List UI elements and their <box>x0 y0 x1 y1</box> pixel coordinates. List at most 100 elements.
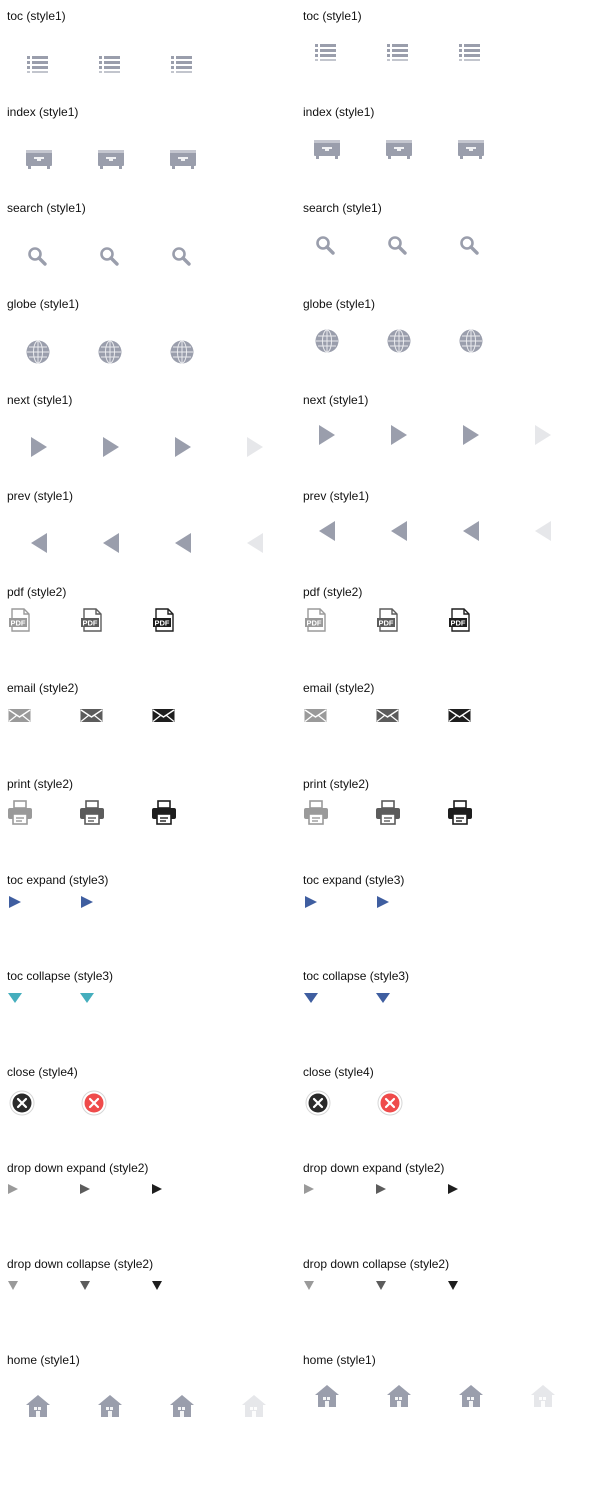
print-icon[interactable] <box>79 800 105 826</box>
prev-icon[interactable] <box>317 520 337 542</box>
search-icon[interactable] <box>387 235 409 257</box>
prev-icon[interactable] <box>173 532 193 554</box>
print-icon[interactable] <box>375 800 401 826</box>
section-search: search (style1) <box>7 192 292 288</box>
search-icon[interactable] <box>27 246 49 268</box>
globe-icon[interactable] <box>314 328 340 354</box>
toc-icon[interactable] <box>171 54 193 74</box>
close-icon[interactable] <box>377 1090 403 1116</box>
search-icon[interactable] <box>459 235 481 257</box>
dropdown-expand-icon[interactable] <box>79 1183 91 1195</box>
home-icon[interactable] <box>458 1384 484 1408</box>
section-dropdown-expand: drop down expand (style2) <box>303 1152 588 1248</box>
print-icon[interactable] <box>151 800 177 826</box>
section-prev: prev (style1) <box>303 480 588 576</box>
pdf-icon[interactable]: PDF <box>8 608 32 632</box>
toc-expand-icon[interactable] <box>376 895 390 909</box>
pdf-icon[interactable]: PDF <box>304 608 328 632</box>
index-icon[interactable] <box>25 148 53 170</box>
index-icon[interactable] <box>313 138 341 160</box>
index-icon[interactable] <box>97 148 125 170</box>
svg-text:PDF: PDF <box>83 619 98 628</box>
toc-collapse-icon[interactable] <box>7 991 23 1005</box>
search-icon[interactable] <box>99 246 121 268</box>
search-icon[interactable] <box>315 235 337 257</box>
pdf-icon[interactable]: PDF <box>376 608 400 632</box>
prev-icon[interactable] <box>533 520 553 542</box>
next-icon[interactable] <box>461 424 481 446</box>
search-icon[interactable] <box>171 246 193 268</box>
pdf-icon[interactable]: PDF <box>152 608 176 632</box>
toc-icon[interactable] <box>27 54 49 74</box>
print-icon[interactable] <box>447 800 473 826</box>
index-icon[interactable] <box>457 138 485 160</box>
dropdown-collapse-icon[interactable] <box>375 1279 387 1291</box>
prev-icon[interactable] <box>29 532 49 554</box>
home-icon[interactable] <box>314 1384 340 1408</box>
globe-icon[interactable] <box>25 339 51 365</box>
print-icon[interactable] <box>7 800 33 826</box>
dropdown-collapse-icon[interactable] <box>79 1279 91 1291</box>
index-icon[interactable] <box>385 138 413 160</box>
home-icon[interactable] <box>25 1394 51 1418</box>
home-icon[interactable] <box>169 1394 195 1418</box>
dropdown-expand-icon[interactable] <box>7 1183 19 1195</box>
section-label: pdf (style2) <box>303 585 363 599</box>
next-icon[interactable] <box>533 424 553 446</box>
prev-icon[interactable] <box>101 532 121 554</box>
toc-icon[interactable] <box>459 42 481 62</box>
toc-collapse-icon[interactable] <box>303 991 319 1005</box>
home-icon[interactable] <box>386 1384 412 1408</box>
home-icon[interactable] <box>241 1394 267 1418</box>
close-icon[interactable] <box>9 1090 35 1116</box>
toc-collapse-icon[interactable] <box>375 991 391 1005</box>
toc-icon[interactable] <box>99 54 121 74</box>
print-icon[interactable] <box>303 800 329 826</box>
next-icon[interactable] <box>173 436 193 458</box>
section-pdf: pdf (style2) PDF PDF PDF <box>303 576 588 672</box>
next-icon[interactable] <box>317 424 337 446</box>
toc-collapse-icon[interactable] <box>79 991 95 1005</box>
home-icon[interactable] <box>97 1394 123 1418</box>
dropdown-expand-icon[interactable] <box>303 1183 315 1195</box>
prev-icon[interactable] <box>461 520 481 542</box>
globe-icon[interactable] <box>386 328 412 354</box>
pdf-icon[interactable]: PDF <box>448 608 472 632</box>
pdf-icon[interactable]: PDF <box>80 608 104 632</box>
email-icon[interactable] <box>304 708 328 724</box>
prev-icon[interactable] <box>389 520 409 542</box>
home-icon[interactable] <box>530 1384 556 1408</box>
dropdown-collapse-icon[interactable] <box>447 1279 459 1291</box>
section-next: next (style1) <box>7 384 292 480</box>
next-icon[interactable] <box>245 436 265 458</box>
globe-icon[interactable] <box>458 328 484 354</box>
section-label: index (style1) <box>7 105 79 119</box>
right-column: toc (style1) index (style1) search (styl… <box>296 0 592 1500</box>
next-icon[interactable] <box>389 424 409 446</box>
dropdown-expand-icon[interactable] <box>447 1183 459 1195</box>
next-icon[interactable] <box>101 436 121 458</box>
close-icon[interactable] <box>305 1090 331 1116</box>
index-icon[interactable] <box>169 148 197 170</box>
dropdown-collapse-icon[interactable] <box>151 1279 163 1291</box>
dropdown-collapse-icon[interactable] <box>303 1279 315 1291</box>
toc-icon[interactable] <box>387 42 409 62</box>
email-icon[interactable] <box>376 708 400 724</box>
dropdown-collapse-icon[interactable] <box>7 1279 19 1291</box>
toc-expand-icon[interactable] <box>304 895 318 909</box>
toc-expand-icon[interactable] <box>8 895 22 909</box>
toc-icon[interactable] <box>315 42 337 62</box>
toc-expand-icon[interactable] <box>80 895 94 909</box>
next-icon[interactable] <box>29 436 49 458</box>
globe-icon[interactable] <box>169 339 195 365</box>
dropdown-expand-icon[interactable] <box>151 1183 163 1195</box>
globe-icon[interactable] <box>97 339 123 365</box>
close-icon[interactable] <box>81 1090 107 1116</box>
prev-icon[interactable] <box>245 532 265 554</box>
email-icon[interactable] <box>152 708 176 724</box>
email-icon[interactable] <box>80 708 104 724</box>
email-icon[interactable] <box>448 708 472 724</box>
dropdown-expand-icon[interactable] <box>375 1183 387 1195</box>
email-icon[interactable] <box>8 708 32 724</box>
section-label: close (style4) <box>303 1065 374 1079</box>
